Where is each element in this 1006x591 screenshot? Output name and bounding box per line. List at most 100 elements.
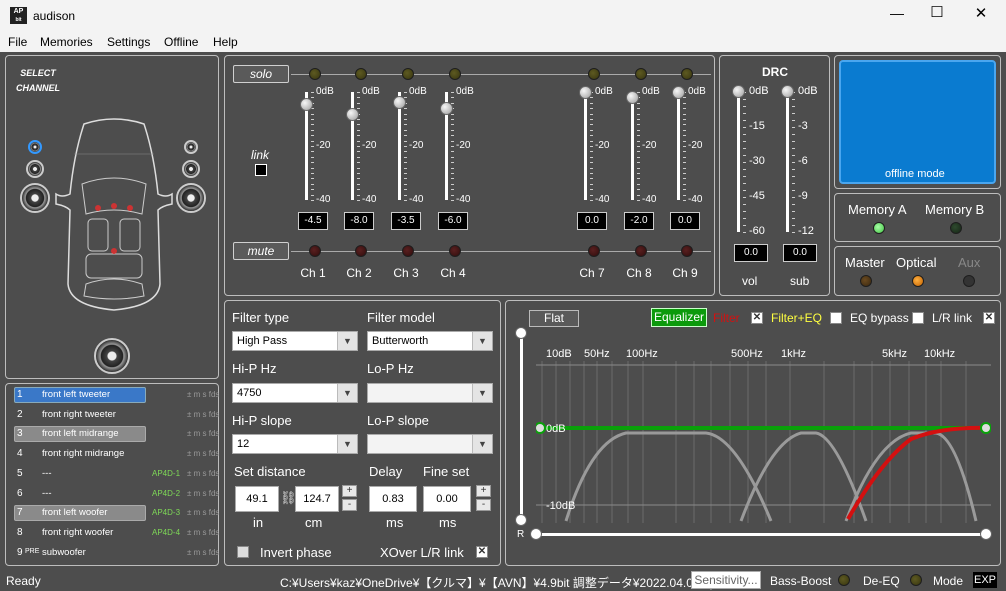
eq-vertical-slider[interactable] <box>515 327 527 339</box>
lop-slope-select[interactable]: ▼ <box>367 434 493 454</box>
fader-value[interactable]: 0.0 <box>670 212 700 230</box>
drc-knob[interactable] <box>732 85 745 98</box>
fader-knob[interactable] <box>346 107 359 121</box>
filter-model-select[interactable]: Butterworth ▼ <box>367 331 493 351</box>
fader-knob[interactable] <box>579 86 592 99</box>
master-led[interactable] <box>860 275 872 287</box>
hip-slope-select[interactable]: 12 ▼ <box>232 434 358 454</box>
link-checkbox[interactable] <box>255 164 267 176</box>
fine-up-button[interactable]: + <box>476 485 491 497</box>
fader-knob[interactable] <box>672 86 685 99</box>
fader-value[interactable]: -6.0 <box>438 212 468 230</box>
equalizer-tab[interactable]: Equalizer <box>651 308 707 327</box>
mute-led[interactable] <box>309 245 321 257</box>
woofer-right-icon[interactable] <box>176 183 206 213</box>
channel-row[interactable]: 7 front left woofer AP4D-3 ± m s fds <box>12 505 224 522</box>
channel-row[interactable]: 4 front right midrange ± m s fds <box>12 446 224 463</box>
menu-help[interactable]: Help <box>213 35 238 49</box>
maximize-button[interactable]: ☐ <box>922 3 952 21</box>
eq-horizontal-slider-left[interactable] <box>530 528 542 540</box>
midrange-left-icon[interactable] <box>26 160 44 178</box>
flat-button[interactable]: Flat <box>529 310 579 327</box>
eq-graph[interactable]: 10dB 0dB -10dB 50Hz 100Hz 500Hz 1kHz 5kHz 10k… <box>536 341 991 523</box>
fader-value[interactable]: 0.0 <box>577 212 607 230</box>
drc-sub-value[interactable]: 0.0 <box>783 244 817 262</box>
master-label[interactable]: Master <box>845 255 885 270</box>
distance-in-input[interactable]: 49.1 <box>235 486 279 512</box>
fader-knob[interactable] <box>300 97 313 111</box>
fine-down-button[interactable]: - <box>476 499 491 511</box>
fine-set-input[interactable]: 0.00 <box>423 486 471 512</box>
fader-value[interactable]: -8.0 <box>344 212 374 230</box>
mute-led[interactable] <box>402 245 414 257</box>
channel-flags[interactable]: ± m s fds <box>187 548 219 557</box>
channel-row[interactable]: 5 --- AP4D-1 ± m s fds <box>12 466 224 483</box>
tweeter-right-icon[interactable] <box>184 140 198 154</box>
delay-input[interactable]: 0.83 <box>369 486 417 512</box>
lr-link-checkbox[interactable] <box>912 312 924 324</box>
eq-vertical-slider-bottom[interactable] <box>515 514 527 526</box>
mute-led[interactable] <box>355 245 367 257</box>
memory-a-led[interactable] <box>873 222 885 234</box>
channel-row[interactable]: 1 front left tweeter ± m s fds <box>12 387 224 404</box>
solo-led[interactable] <box>681 68 693 80</box>
fader-knob[interactable] <box>393 95 406 109</box>
solo-button[interactable]: solo <box>233 65 289 83</box>
menu-offline[interactable]: Offline <box>164 35 198 49</box>
filter-tab[interactable]: Filter <box>713 311 740 325</box>
menu-settings[interactable]: Settings <box>107 35 150 49</box>
tweeter-left-icon[interactable] <box>28 140 42 154</box>
filter-type-select[interactable]: High Pass ▼ <box>232 331 358 351</box>
distance-cm-input[interactable]: 124.7 <box>295 486 339 512</box>
xover-link-checkbox[interactable]: ✕ <box>476 546 488 558</box>
aux-led[interactable] <box>963 275 975 287</box>
optical-label[interactable]: Optical <box>896 255 936 270</box>
mute-led[interactable] <box>588 245 600 257</box>
mute-led[interactable] <box>449 245 461 257</box>
fader-value[interactable]: -4.5 <box>298 212 328 230</box>
lr-link-x-checkbox[interactable]: ✕ <box>983 312 995 324</box>
drc-knob[interactable] <box>781 85 794 98</box>
hip-hz-select[interactable]: 4750 ▼ <box>232 383 358 403</box>
channel-flags[interactable]: ± m s fds <box>187 449 219 458</box>
channel-flags[interactable]: ± m s fds <box>187 429 219 438</box>
channel-row[interactable]: 6 --- AP4D-2 ± m s fds <box>12 486 224 503</box>
solo-led[interactable] <box>635 68 647 80</box>
solo-led[interactable] <box>309 68 321 80</box>
filter-checkbox[interactable]: ✕ <box>751 312 763 324</box>
optical-led[interactable] <box>912 275 924 287</box>
close-button[interactable]: ✕ <box>966 4 996 22</box>
channel-flags[interactable]: ± m s fds <box>187 390 219 399</box>
aux-label[interactable]: Aux <box>958 255 980 270</box>
channel-flags[interactable]: ± m s fds <box>187 410 219 419</box>
fader-value[interactable]: -3.5 <box>391 212 421 230</box>
bass-boost-led[interactable] <box>838 574 850 586</box>
filter-eq-tab[interactable]: Filter+EQ <box>771 311 822 325</box>
memory-b-label[interactable]: Memory B <box>925 202 984 217</box>
minimize-button[interactable]: — <box>882 5 912 21</box>
menu-memories[interactable]: Memories <box>40 35 93 49</box>
sensitivity-button[interactable]: Sensitivity... <box>691 571 761 589</box>
channel-row[interactable]: 2 front right tweeter ± m s fds <box>12 407 224 424</box>
channel-flags[interactable]: ± m s fds <box>187 508 219 517</box>
menu-file[interactable]: File <box>8 35 27 49</box>
channel-row[interactable]: 9 PRE subwoofer ± m s fds <box>12 545 224 562</box>
woofer-left-icon[interactable] <box>20 183 50 213</box>
mute-button[interactable]: mute <box>233 242 289 260</box>
midrange-right-icon[interactable] <box>182 160 200 178</box>
de-eq-led[interactable] <box>910 574 922 586</box>
drc-vol-value[interactable]: 0.0 <box>734 244 768 262</box>
eq-horizontal-slider-right[interactable] <box>980 528 992 540</box>
distance-up-button[interactable]: + <box>342 485 357 497</box>
offline-mode-display[interactable]: offline mode <box>839 60 996 184</box>
subwoofer-icon[interactable] <box>94 338 130 374</box>
solo-led[interactable] <box>355 68 367 80</box>
invert-phase-checkbox[interactable] <box>237 546 249 558</box>
channel-row[interactable]: 3 front left midrange ± m s fds <box>12 426 224 443</box>
mute-led[interactable] <box>681 245 693 257</box>
channel-row[interactable]: 8 front right woofer AP4D-4 ± m s fds <box>12 525 224 542</box>
channel-flags[interactable]: ± m s fds <box>187 489 219 498</box>
distance-down-button[interactable]: - <box>342 499 357 511</box>
solo-led[interactable] <box>588 68 600 80</box>
lop-hz-select[interactable]: ▼ <box>367 383 493 403</box>
